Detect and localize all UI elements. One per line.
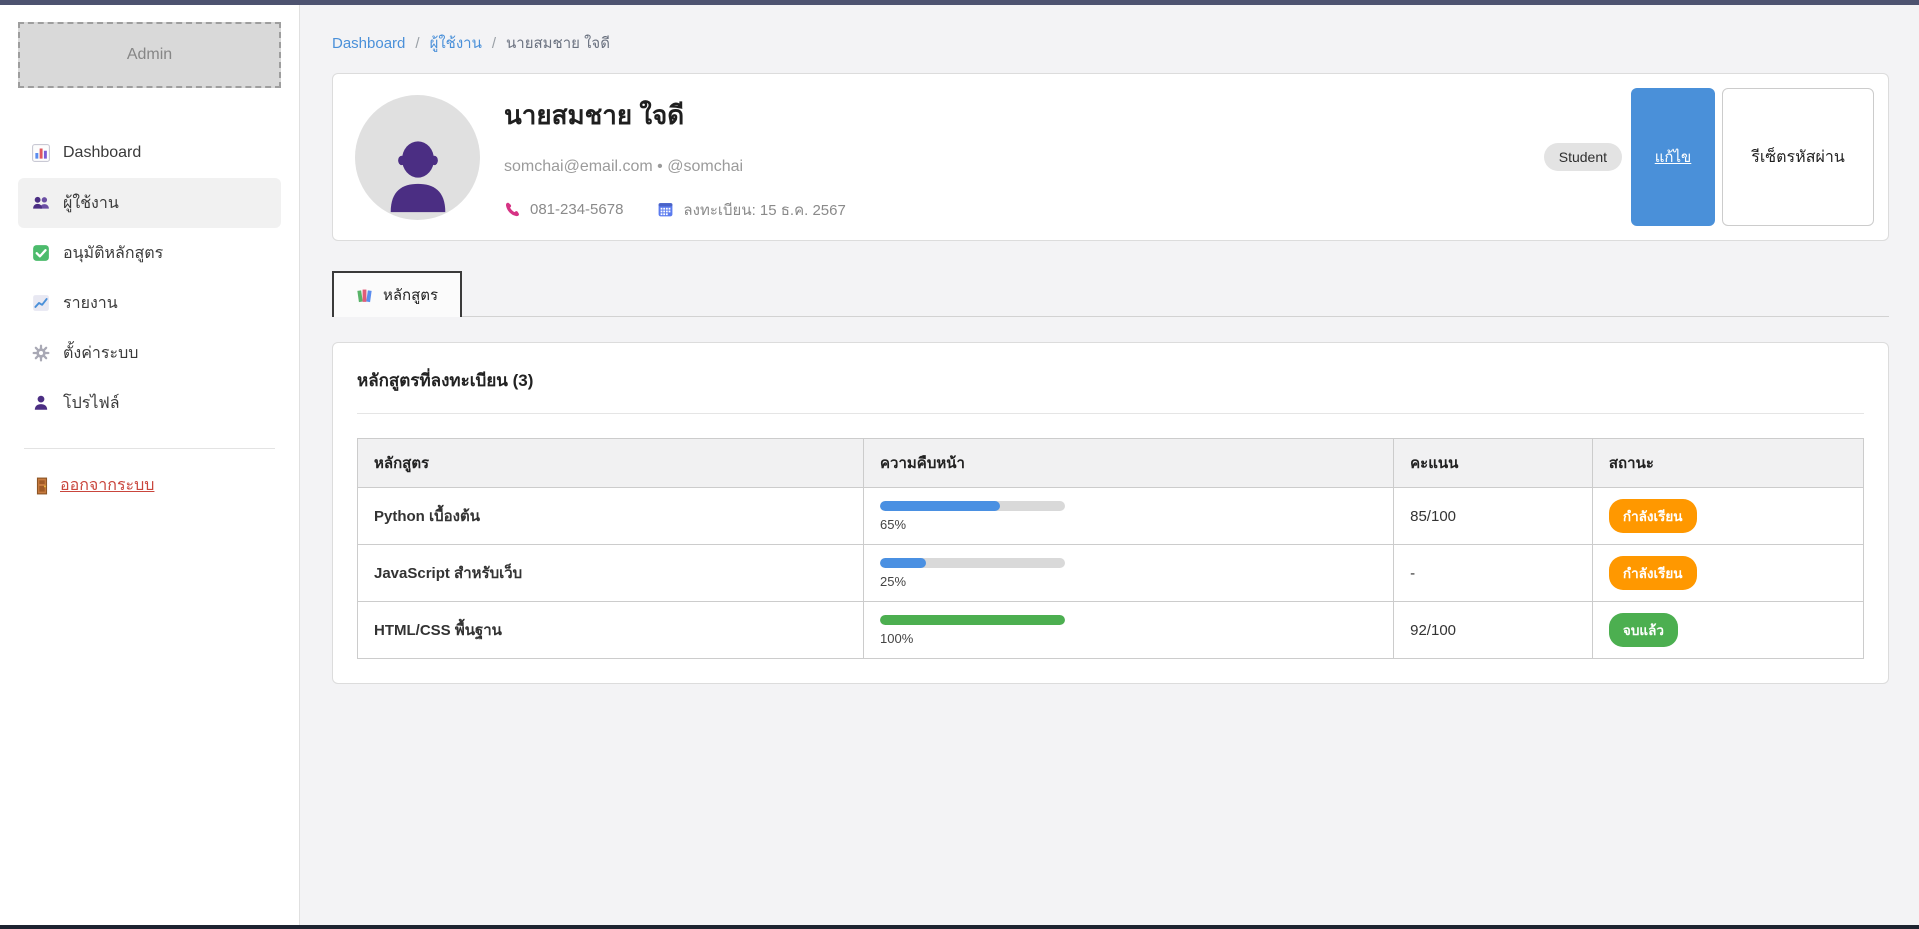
column-header-score: คะแนน [1394,439,1593,488]
progress-bar-fill [880,615,1065,625]
score-cell: 85/100 [1394,488,1593,545]
status-cell: กำลังเรียน [1592,488,1863,545]
sidebar-item-approve-courses[interactable]: อนุมัติหลักสูตร [18,228,281,278]
progress-cell: 100% [864,602,1394,659]
progress-bar-fill [880,501,1000,511]
profile-phone-group: 081-234-5678 [504,201,623,218]
table-row: JavaScript สำหรับเว็บ 25% - กำลังเรียน [358,545,1864,602]
sidebar-divider [24,448,275,449]
table-header-row: หลักสูตร ความคืบหน้า คะแนน สถานะ [358,439,1864,488]
breadcrumb-current: นายสมชาย ใจดี [506,31,610,55]
table-row: HTML/CSS พื้นฐาน 100% 92/100 จบแล้ว [358,602,1864,659]
status-cell: จบแล้ว [1592,602,1863,659]
role-badge: Student [1544,143,1622,171]
phone-icon [504,201,521,218]
breadcrumb-separator: / [492,35,496,52]
sidebar-item-dashboard[interactable]: Dashboard [18,128,281,178]
progress-label: 65% [880,517,1377,532]
profile-card: นายสมชาย ใจดี somchai@email.com • @somch… [332,73,1889,241]
status-badge: กำลังเรียน [1609,499,1697,533]
profile-info: นายสมชาย ใจดี somchai@email.com • @somch… [504,93,1544,222]
progress-cell: 65% [864,488,1394,545]
admin-logo-label: Admin [127,46,172,64]
sidebar: Admin Dashboard ผู้ใช้งาน [0,5,300,925]
bottom-accent-bar [0,925,1919,929]
breadcrumb-link-users[interactable]: ผู้ใช้งาน [430,31,482,55]
course-name-cell: Python เบื้องต้น [358,488,864,545]
profile-phone: 081-234-5678 [530,201,623,218]
column-header-progress: ความคืบหน้า [864,439,1394,488]
sidebar-nav: Dashboard ผู้ใช้งาน อนุมัติหลักสูตร [18,128,281,428]
logout-label: ออกจากระบบ [60,473,154,498]
section-divider [357,413,1864,414]
logout-link[interactable]: ออกจากระบบ [34,473,154,498]
progress-bar-fill [880,558,926,568]
sidebar-item-label: Dashboard [63,144,141,162]
breadcrumb-link-dashboard[interactable]: Dashboard [332,35,405,52]
door-icon [34,477,50,495]
column-header-status: สถานะ [1592,439,1863,488]
progress-bar [880,615,1065,625]
courses-card: หลักสูตรที่ลงทะเบียน (3) หลักสูตร ความคื… [332,342,1889,684]
sidebar-item-settings[interactable]: ตั้งค่าระบบ [18,328,281,378]
chart-trend-icon [32,294,50,312]
sidebar-item-label: อนุมัติหลักสูตร [63,241,163,266]
course-name-cell: HTML/CSS พื้นฐาน [358,602,864,659]
profile-registered: ลงทะเบียน: 15 ธ.ค. 2567 [683,198,845,222]
profile-meta-row: 081-234-5678 ลงทะเบียน: 15 ธ.ค. 2567 [504,198,1544,222]
app-body: Admin Dashboard ผู้ใช้งาน [0,5,1919,925]
profile-actions: Student แก้ไข รีเซ็ตรหัสผ่าน [1544,88,1876,226]
sidebar-item-profile[interactable]: โปรไฟล์ [18,378,281,428]
table-row: Python เบื้องต้น 65% 85/100 กำลังเรียน [358,488,1864,545]
sidebar-item-users[interactable]: ผู้ใช้งาน [18,178,281,228]
profile-registered-group: ลงทะเบียน: 15 ธ.ค. 2567 [657,198,845,222]
breadcrumb: Dashboard / ผู้ใช้งาน / นายสมชาย ใจดี [332,31,1889,55]
gear-icon [32,344,50,362]
reset-password-label: รีเซ็ตรหัสผ่าน [1751,149,1845,166]
score-cell: - [1394,545,1593,602]
status-badge: จบแล้ว [1609,613,1678,647]
column-header-course: หลักสูตร [358,439,864,488]
progress-label: 100% [880,631,1377,646]
avatar [355,95,480,220]
books-icon [356,287,373,304]
score-cell: 92/100 [1394,602,1593,659]
courses-table: หลักสูตร ความคืบหน้า คะแนน สถานะ Python … [357,438,1864,659]
course-name-cell: JavaScript สำหรับเว็บ [358,545,864,602]
sidebar-item-label: รายงาน [63,291,118,316]
status-cell: กำลังเรียน [1592,545,1863,602]
tab-courses[interactable]: หลักสูตร [332,271,462,317]
status-badge: กำลังเรียน [1609,556,1697,590]
progress-bar [880,501,1065,511]
app-frame: Admin Dashboard ผู้ใช้งาน [0,0,1919,929]
calendar-icon [657,201,674,218]
main-content: Dashboard / ผู้ใช้งาน / นายสมชาย ใจดี นา… [300,5,1919,925]
tab-courses-label: หลักสูตร [383,283,438,307]
users-icon [32,194,50,212]
sidebar-item-label: โปรไฟล์ [63,391,120,416]
courses-section-title: หลักสูตรที่ลงทะเบียน (3) [357,367,1864,394]
profile-email: somchai@email.com • @somchai [504,158,1544,176]
sidebar-item-label: ผู้ใช้งาน [63,191,119,216]
sidebar-item-reports[interactable]: รายงาน [18,278,281,328]
progress-cell: 25% [864,545,1394,602]
edit-button[interactable]: แก้ไข [1631,88,1715,226]
breadcrumb-separator: / [415,35,419,52]
progress-bar [880,558,1065,568]
admin-logo: Admin [18,22,281,88]
dashboard-icon [32,144,50,162]
tab-strip: หลักสูตร [332,271,1889,317]
reset-password-button[interactable]: รีเซ็ตรหัสผ่าน [1722,88,1874,226]
edit-button-label: แก้ไข [1655,149,1692,166]
sidebar-item-label: ตั้งค่าระบบ [63,341,138,366]
progress-label: 25% [880,574,1377,589]
person-icon [32,394,50,412]
profile-name: นายสมชาย ใจดี [504,95,1544,136]
check-icon [32,244,50,262]
